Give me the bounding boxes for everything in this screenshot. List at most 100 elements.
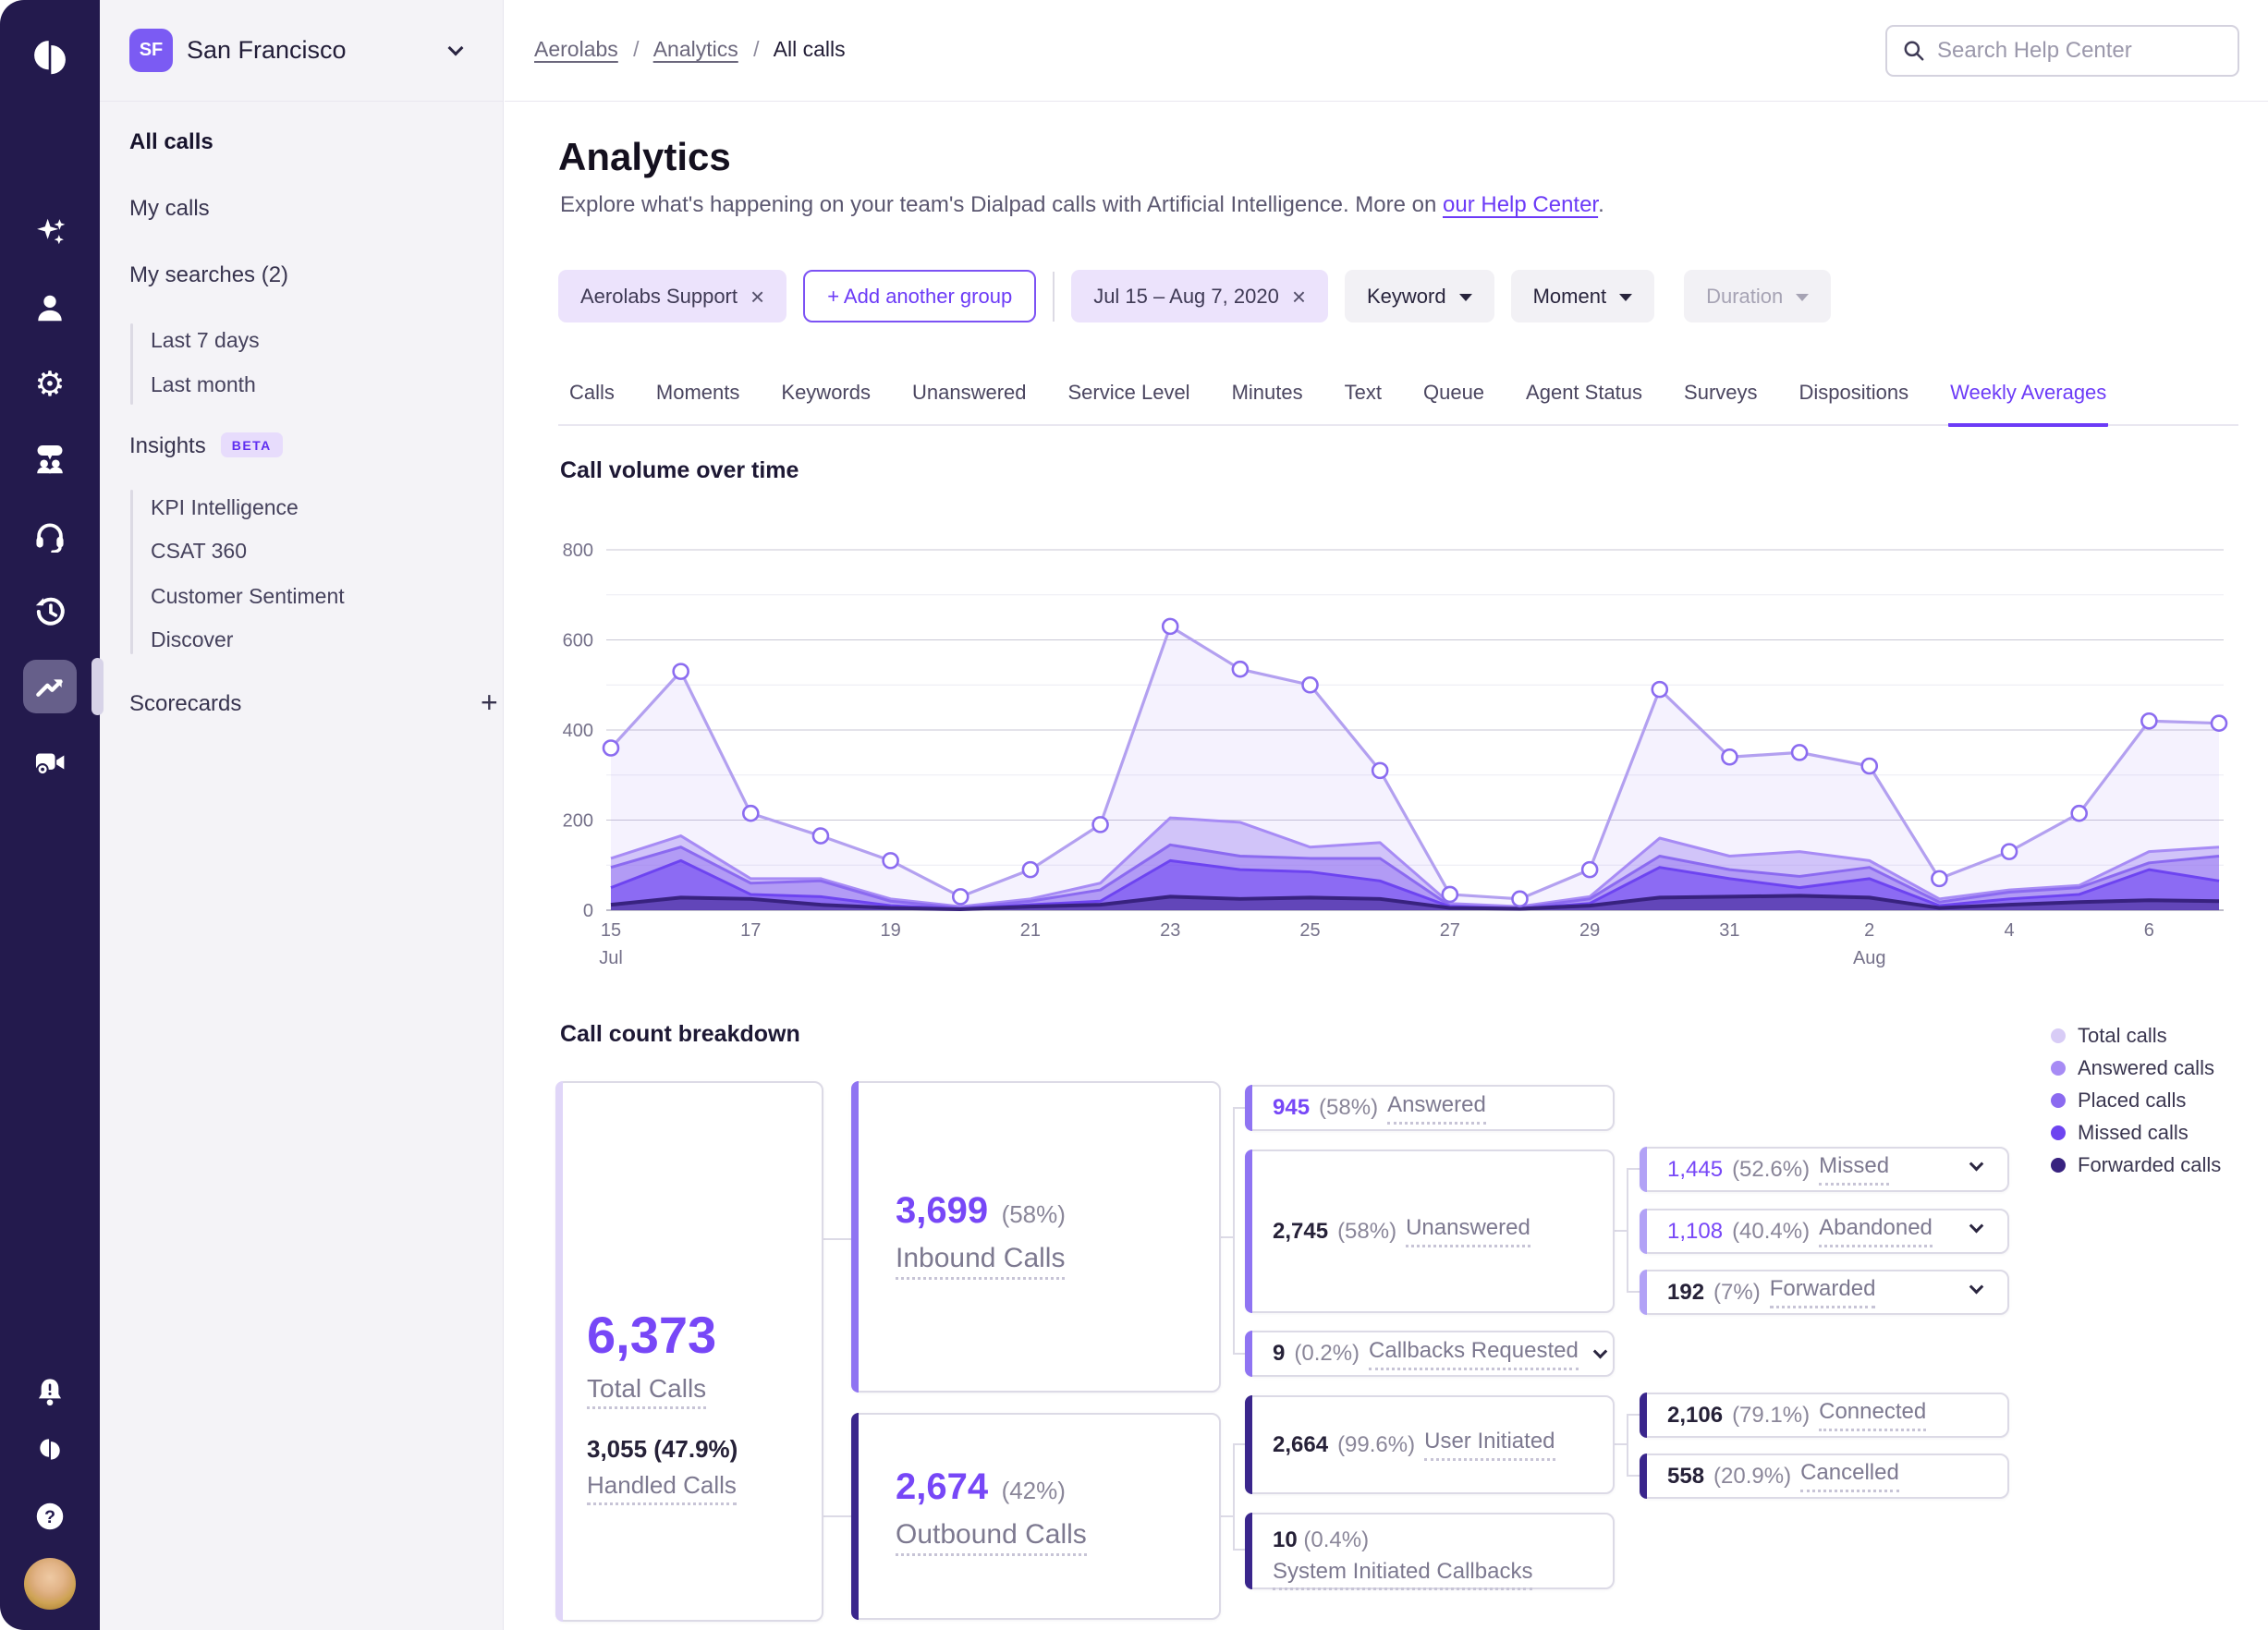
expand-forwarded-icon[interactable]	[1969, 1279, 1984, 1294]
abandoned-label[interactable]: Abandoned	[1819, 1215, 1933, 1247]
unanswered-label[interactable]: Unanswered	[1406, 1215, 1530, 1247]
sidebar-item-insights[interactable]: Insights BETA	[129, 432, 283, 459]
forwarded-label[interactable]: Forwarded	[1769, 1276, 1876, 1308]
beta-badge: BETA	[220, 432, 283, 457]
svg-text:2: 2	[1864, 920, 1874, 941]
support-headset-icon[interactable]	[23, 508, 77, 562]
notifications-bell-icon[interactable]	[23, 1366, 77, 1419]
history-icon[interactable]	[23, 584, 77, 638]
answered-label[interactable]: Answered	[1387, 1092, 1486, 1125]
help-search[interactable]	[1885, 25, 2239, 77]
active-rail-indicator	[91, 658, 104, 715]
group-filter-label: Aerolabs Support	[580, 284, 738, 308]
dialpad-mini-logo-icon[interactable]	[31, 1430, 68, 1467]
callbacks-requested-card: 9 (0.2%) Callbacks Requested	[1245, 1331, 1615, 1377]
help-center-link[interactable]: our Help Center	[1443, 192, 1598, 217]
outbound-pct: (42%)	[1001, 1477, 1066, 1504]
breadcrumb-analytics[interactable]: Analytics	[653, 37, 738, 61]
legend-item: Answered calls	[2051, 1056, 2221, 1080]
insights-group-rule	[130, 490, 133, 654]
user-initiated-label[interactable]: User Initiated	[1424, 1429, 1555, 1461]
tree-connector	[1627, 1475, 1640, 1477]
tab-calls[interactable]: Calls	[567, 371, 616, 427]
sidebar-item-scorecards[interactable]: Scorecards	[129, 691, 241, 717]
expand-callbacks-icon[interactable]	[1592, 1344, 1608, 1358]
sidebar-item-last-month[interactable]: Last month	[151, 372, 256, 397]
user-initiated-value: 2,664	[1273, 1431, 1329, 1457]
ai-sparkles-icon[interactable]	[23, 205, 77, 259]
workspace-selector[interactable]: SF San Francisco	[100, 0, 503, 102]
tree-connector	[1627, 1168, 1628, 1292]
keyword-dropdown[interactable]: Keyword	[1345, 270, 1494, 322]
duration-dropdown[interactable]: Duration	[1684, 270, 1832, 322]
sidebar-item-discover[interactable]: Discover	[151, 627, 233, 652]
app-rail: ⚙ ?	[0, 0, 104, 1630]
legend-label: Forwarded calls	[2078, 1153, 2222, 1176]
remove-date-filter-icon[interactable]: ×	[1292, 285, 1306, 309]
contacts-icon[interactable]	[23, 281, 77, 335]
svg-text:?: ?	[44, 1507, 55, 1527]
analytics-trend-icon[interactable]	[23, 660, 77, 713]
tab-unanswered[interactable]: Unanswered	[910, 371, 1029, 427]
svg-text:27: 27	[1440, 920, 1460, 941]
caret-down-icon	[1796, 294, 1810, 301]
add-group-button[interactable]: + Add another group	[803, 270, 1037, 322]
tab-keywords[interactable]: Keywords	[779, 371, 872, 427]
svg-text:4: 4	[2004, 920, 2014, 941]
search-input[interactable]	[1937, 38, 2223, 64]
forwarded-value: 192	[1667, 1279, 1705, 1305]
moment-label: Moment	[1532, 284, 1607, 308]
svg-text:21: 21	[1020, 920, 1041, 941]
call-volume-chart[interactable]: 0 200 400 600 800 15 17 19 21 23 25 27 29 31 2 4 6 Jul Aug	[534, 499, 2244, 984]
unanswered-pct: (58%)	[1337, 1218, 1397, 1244]
moment-dropdown[interactable]: Moment	[1510, 270, 1655, 322]
sidebar-item-customer-sentiment[interactable]: Customer Sentiment	[151, 584, 345, 609]
breadcrumb-aerolabs[interactable]: Aerolabs	[534, 37, 618, 61]
expand-abandoned-icon[interactable]	[1969, 1218, 1984, 1233]
date-range-chip[interactable]: Jul 15 – Aug 7, 2020 ×	[1071, 270, 1328, 322]
page-title: Analytics	[558, 135, 731, 178]
tab-weekly-averages[interactable]: Weekly Averages	[1948, 371, 2109, 427]
user-avatar[interactable]	[24, 1558, 76, 1610]
sidebar-item-kpi-intelligence[interactable]: KPI Intelligence	[151, 495, 299, 520]
cancelled-label[interactable]: Cancelled	[1800, 1460, 1899, 1492]
tree-connector	[1233, 1107, 1235, 1355]
sidebar-item-last-7-days[interactable]: Last 7 days	[151, 328, 260, 353]
tab-service-level[interactable]: Service Level	[1067, 371, 1192, 427]
tab-moments[interactable]: Moments	[654, 371, 741, 427]
sidebar-item-csat-360[interactable]: CSAT 360	[151, 539, 247, 564]
missed-value: 1,445	[1667, 1156, 1724, 1182]
system-callbacks-card: 10 (0.4%) System Initiated Callbacks	[1245, 1513, 1615, 1591]
system-callbacks-value: 10	[1273, 1527, 1298, 1552]
meetings-video-icon[interactable]	[23, 736, 77, 789]
callbacks-label[interactable]: Callbacks Requested	[1369, 1338, 1579, 1370]
sidebar-item-my-calls[interactable]: My calls	[129, 196, 210, 222]
help-icon[interactable]: ?	[23, 1490, 77, 1543]
inbound-label[interactable]: Inbound Calls	[896, 1243, 1066, 1280]
keyword-label: Keyword	[1367, 284, 1446, 308]
legend-label: Missed calls	[2078, 1121, 2189, 1144]
tab-text[interactable]: Text	[1343, 371, 1384, 427]
total-calls-label[interactable]: Total Calls	[587, 1374, 707, 1409]
coaching-icon[interactable]	[23, 432, 77, 486]
answered-pct: (58%)	[1319, 1095, 1379, 1120]
handled-calls-label[interactable]: Handled Calls	[587, 1471, 737, 1505]
tab-dispositions[interactable]: Dispositions	[1798, 371, 1911, 427]
connected-label[interactable]: Connected	[1819, 1399, 1927, 1431]
missed-label[interactable]: Missed	[1819, 1153, 1890, 1186]
tab-surveys[interactable]: Surveys	[1682, 371, 1759, 427]
sidebar-item-my-searches[interactable]: My searches (2)	[129, 262, 288, 288]
add-scorecard-button[interactable]: +	[481, 687, 498, 717]
system-callbacks-label[interactable]: System Initiated Callbacks	[1273, 1559, 1533, 1591]
expand-missed-icon[interactable]	[1969, 1156, 1984, 1171]
remove-group-filter-icon[interactable]: ×	[750, 285, 764, 309]
tab-agent-status[interactable]: Agent Status	[1524, 371, 1644, 427]
legend-item: Placed calls	[2051, 1089, 2221, 1113]
group-filter-chip[interactable]: Aerolabs Support ×	[558, 270, 787, 322]
sidebar-item-all-calls[interactable]: All calls	[129, 129, 213, 155]
settings-gear-icon[interactable]: ⚙	[23, 357, 77, 410]
tab-minutes[interactable]: Minutes	[1230, 371, 1305, 427]
outbound-label[interactable]: Outbound Calls	[896, 1519, 1087, 1556]
tab-queue[interactable]: Queue	[1421, 371, 1486, 427]
tree-connector	[1233, 1443, 1235, 1551]
